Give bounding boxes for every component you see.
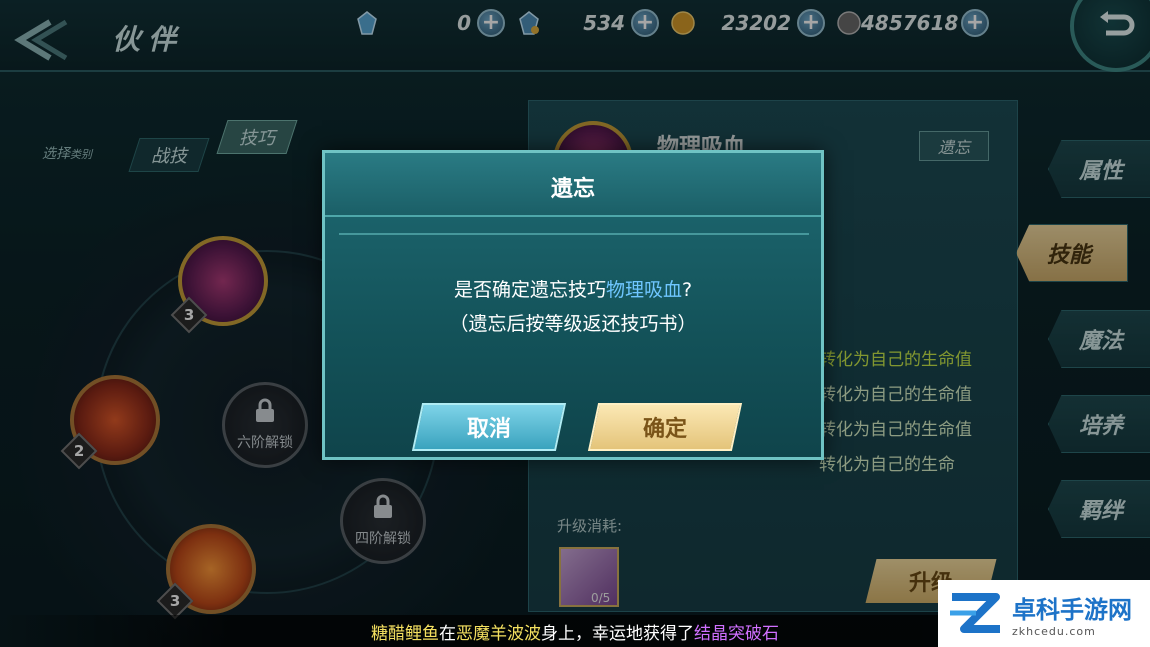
question-prefix: 是否确定遗忘技巧 bbox=[453, 279, 606, 301]
notice-player: 糖醋鲤鱼 bbox=[371, 623, 439, 644]
confirm-button[interactable]: 确定 bbox=[587, 403, 743, 451]
watermark-logo-icon bbox=[946, 589, 1006, 639]
watermark-name: 卓科手游网 bbox=[1012, 595, 1132, 624]
dialog-divider bbox=[339, 233, 809, 235]
dialog-question: 是否确定遗忘技巧物理吸血? bbox=[325, 275, 821, 302]
watermark: 卓科手游网 zkhcedu.com bbox=[938, 580, 1150, 647]
question-suffix: ? bbox=[681, 279, 693, 301]
watermark-url: zkhcedu.com bbox=[1012, 624, 1096, 638]
confirm-label: 确定 bbox=[642, 417, 687, 442]
question-skill-name: 物理吸血 bbox=[605, 279, 682, 301]
cancel-button[interactable]: 取消 bbox=[411, 403, 567, 451]
notice-monster: 恶魔羊波波 bbox=[456, 623, 541, 644]
notice-text: 在 bbox=[439, 623, 456, 644]
forget-confirm-dialog: 遗忘 是否确定遗忘技巧物理吸血? （遗忘后按等级返还技巧书） 取消 确定 bbox=[322, 150, 824, 460]
cancel-label: 取消 bbox=[466, 417, 511, 442]
watermark-text: 卓科手游网 zkhcedu.com bbox=[1012, 590, 1132, 638]
notice-item: 结晶突破石 bbox=[694, 623, 779, 644]
notice-text: 身上，幸运地获得了 bbox=[541, 623, 694, 644]
dialog-note: （遗忘后按等级返还技巧书） bbox=[449, 313, 697, 335]
dialog-title: 遗忘 bbox=[550, 177, 595, 202]
